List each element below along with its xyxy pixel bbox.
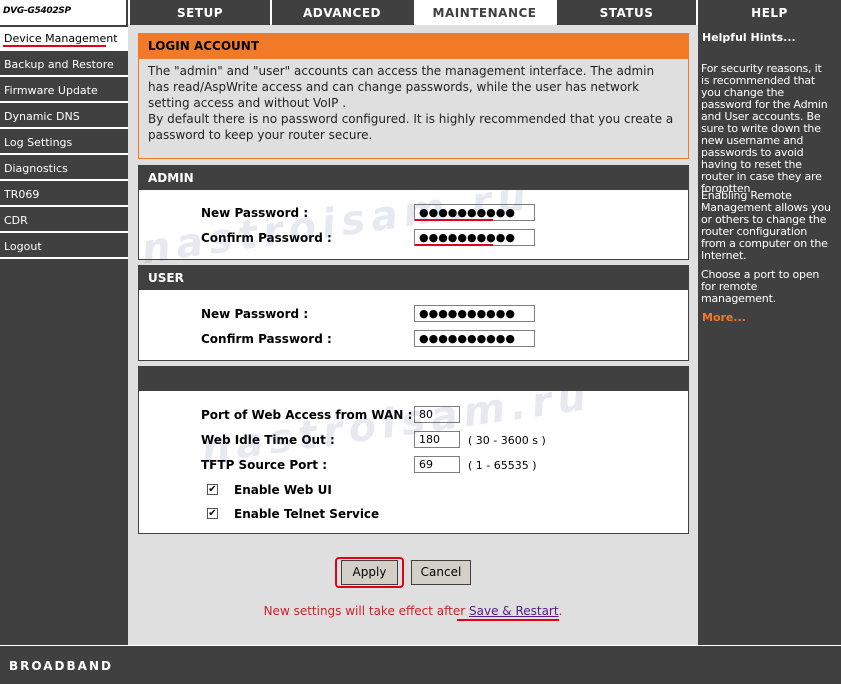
hints-paragraph-2: Enabling Remote Management allows you or…: [701, 189, 831, 262]
login-account-panel: LOGIN ACCOUNT The "admin" and "user" acc…: [138, 33, 689, 159]
admin-new-password-label: New Password :: [201, 206, 309, 220]
enable-web-ui-label: Enable Web UI: [234, 483, 332, 497]
footer: BROADBAND: [0, 645, 841, 684]
tftp-port-range: ( 1 - 65535 ): [468, 459, 537, 472]
tftp-port-input[interactable]: 69: [414, 456, 460, 473]
admin-confirm-password-label: Confirm Password :: [201, 231, 332, 245]
admin-panel: ADMIN New Password : ●●●●●●●●●● Confirm …: [138, 165, 689, 260]
footer-brand: BROADBAND: [9, 659, 113, 673]
sidebar-item-diagnostics[interactable]: Diagnostics: [0, 157, 128, 181]
user-panel: USER New Password : ●●●●●●●●●● Confirm P…: [138, 265, 689, 361]
idle-timeout-range: ( 30 - 3600 s ): [468, 434, 546, 447]
hints-paragraph-1: For security reasons, it is recommended …: [701, 62, 828, 195]
tab-maintenance[interactable]: MAINTENANCE: [412, 0, 555, 25]
model-logo: DVG-G5402SP: [0, 0, 128, 25]
hints-title: Helpful Hints...: [702, 31, 796, 44]
highlight-underline: [415, 219, 493, 221]
user-title: USER: [139, 266, 688, 290]
sidebar-item-dynamic-dns[interactable]: Dynamic DNS: [0, 105, 128, 129]
main-content: LOGIN ACCOUNT The "admin" and "user" acc…: [128, 25, 698, 645]
save-restart-link[interactable]: Save & Restart: [469, 604, 559, 618]
user-new-password-input[interactable]: ●●●●●●●●●●: [414, 305, 535, 322]
sidebar-item-log-settings[interactable]: Log Settings: [0, 131, 128, 155]
hints-more-link[interactable]: More...: [702, 312, 746, 324]
sidebar-item-firmware-update[interactable]: Firmware Update: [0, 79, 128, 103]
model-name: DVG-G5402SP: [3, 6, 71, 16]
sidebar-item-tr069[interactable]: TR069: [0, 183, 128, 207]
idle-timeout-input[interactable]: 180: [414, 431, 460, 448]
user-confirm-password-input[interactable]: ●●●●●●●●●●: [414, 330, 535, 347]
user-new-password-label: New Password :: [201, 307, 309, 321]
login-account-title: LOGIN ACCOUNT: [139, 34, 688, 59]
helpful-hints-panel: Helpful Hints... For security reasons, i…: [698, 25, 841, 645]
admin-title: ADMIN: [139, 166, 688, 190]
restart-notice: New settings will take effect after Save…: [128, 604, 698, 618]
top-navigation: DVG-G5402SP SETUP ADVANCED MAINTENANCE S…: [0, 0, 841, 25]
tab-advanced[interactable]: ADVANCED: [270, 0, 412, 25]
idle-timeout-label: Web Idle Time Out :: [201, 433, 335, 447]
remote-management-title: [139, 367, 688, 391]
enable-web-ui-checkbox[interactable]: ✔: [207, 484, 218, 495]
restart-notice-end: .: [558, 604, 563, 618]
sidebar-item-device-management[interactable]: Device Management: [0, 27, 128, 51]
sidebar-item-logout[interactable]: Logout: [0, 235, 128, 259]
sidebar-item-cdr[interactable]: CDR: [0, 209, 128, 233]
login-description-p2: By default there is no password configur…: [148, 112, 674, 142]
highlight-underline: [457, 619, 559, 621]
wan-port-input[interactable]: 80: [414, 406, 460, 423]
tab-help[interactable]: HELP: [696, 0, 841, 25]
user-confirm-password-label: Confirm Password :: [201, 332, 332, 346]
cancel-button[interactable]: Cancel: [411, 560, 471, 585]
remote-management-panel: Port of Web Access from WAN : 80 Web Idl…: [138, 366, 689, 534]
enable-telnet-checkbox[interactable]: ✔: [207, 508, 218, 519]
highlight-underline: [415, 244, 493, 246]
hints-paragraph-3: Choose a port to open for remote managem…: [701, 268, 820, 305]
restart-notice-text: New settings will take effect after: [263, 604, 469, 618]
apply-button[interactable]: Apply: [341, 560, 398, 585]
highlight-underline: [3, 45, 106, 47]
sidebar-item-backup-restore[interactable]: Backup and Restore: [0, 53, 128, 77]
wan-port-label: Port of Web Access from WAN :: [201, 408, 413, 422]
login-description-p1: The "admin" and "user" accounts can acce…: [148, 64, 655, 110]
enable-telnet-label: Enable Telnet Service: [234, 507, 380, 521]
login-account-description: The "admin" and "user" accounts can acce…: [139, 59, 688, 143]
sidebar: Device Management Backup and Restore Fir…: [0, 25, 128, 645]
tab-status[interactable]: STATUS: [555, 0, 696, 25]
tftp-port-label: TFTP Source Port :: [201, 458, 327, 472]
tab-setup[interactable]: SETUP: [128, 0, 270, 25]
